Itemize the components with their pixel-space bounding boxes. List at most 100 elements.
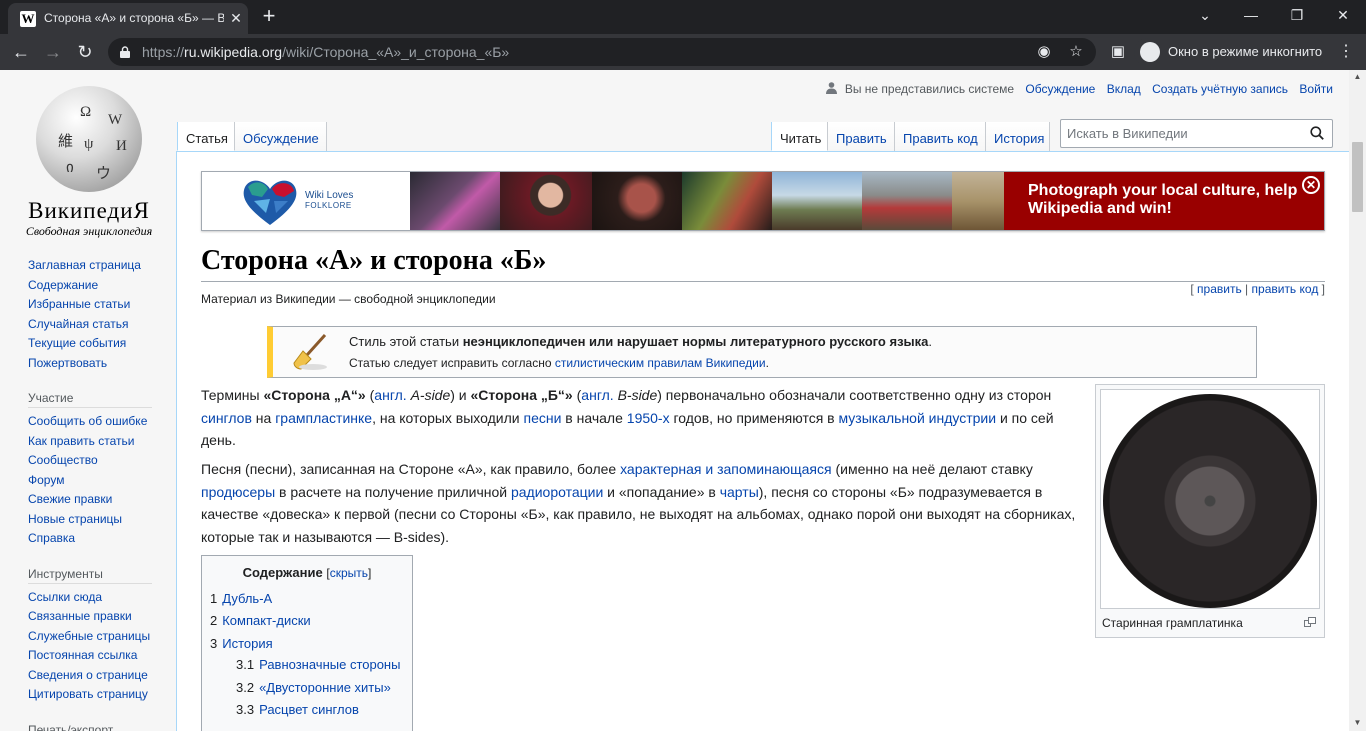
create-account-link[interactable]: Создать учётную запись — [1152, 82, 1288, 96]
sidebar-item-community[interactable]: Сообщество — [28, 451, 168, 471]
browser-tabbar: W Сторона «А» и сторона «Б» — В ✕ + ⌄ — … — [0, 0, 1366, 34]
address-bar[interactable]: https://ru.wikipedia.org/wiki/Сторона_«А… — [108, 38, 1096, 66]
central-notice-banner[interactable]: Wiki Loves FOLKLORE Photograph your local… — [201, 171, 1325, 231]
paragraph-1: Термины «Сторона „А“» (англ. A-side) и «… — [201, 387, 1054, 448]
bookmark-star-icon[interactable]: ☆ — [1066, 42, 1086, 62]
tab-edit[interactable]: Править — [828, 122, 895, 151]
close-window-button[interactable]: ✕ — [1328, 4, 1358, 26]
toc-title: Содержание [скрыть] — [242, 565, 372, 580]
sidebar-heading-print: Печать/экспорт — [28, 720, 152, 731]
sidebar-heading-tools: Инструменты — [28, 564, 152, 584]
tagline: Свободная энциклопедия — [25, 224, 153, 238]
tab-search-chevron-icon[interactable]: ⌄ — [1190, 4, 1220, 26]
banner-cta[interactable]: Photograph your local culture, help Wiki… — [1004, 172, 1324, 230]
toc-item[interactable]: 3 История — [210, 636, 273, 651]
sidebar: Заглавная страница Содержание Избранные … — [28, 256, 168, 731]
incognito-indicator[interactable]: Окно в режиме инкогнито — [1134, 38, 1326, 66]
toc-item[interactable]: 1 Дубль-А — [210, 591, 272, 606]
table-of-contents: Содержание [скрыть] 1 Дубль-А 2 Компакт-ди… — [201, 555, 413, 731]
sidebar-item-forum[interactable]: Форум — [28, 471, 168, 491]
sidebar-item-donate[interactable]: Пожертвовать — [28, 354, 168, 374]
login-link[interactable]: Войти — [1299, 82, 1333, 96]
minimize-button[interactable]: — — [1236, 4, 1266, 26]
personal-tools: Вы не представились системе Обсуждение В… — [826, 82, 1333, 96]
puzzle-heart-icon — [243, 180, 297, 225]
browser-tab[interactable]: W Сторона «А» и сторона «Б» — В ✕ — [8, 3, 248, 34]
anon-notice: Вы не представились системе — [844, 82, 1015, 96]
forward-button[interactable]: → — [40, 39, 66, 65]
vinyl-record-icon — [1103, 394, 1317, 608]
toc-item[interactable]: 3.1 Равнозначные стороны — [236, 657, 400, 672]
web-page: Ω W 維 ψ И ი ウ ВикипедиЯ Свободная энцикл… — [0, 70, 1366, 731]
scroll-thumb[interactable] — [1352, 142, 1363, 212]
tab-read[interactable]: Читать — [771, 122, 828, 151]
toc-item[interactable]: 3.3 Расцвет синглов — [236, 702, 359, 717]
sidebar-item-new-pages[interactable]: Новые страницы — [28, 510, 168, 530]
sidebar-heading-participation: Участие — [28, 388, 152, 408]
toc-hide-link[interactable]: скрыть — [330, 566, 368, 580]
search-input[interactable] — [1061, 120, 1301, 147]
toc-item[interactable]: 2 Компакт-диски — [210, 613, 311, 628]
sidebar-item-special-pages[interactable]: Служебные страницы — [28, 627, 168, 647]
paragraph-2: Песня (песни), записанная на Стороне «А»… — [201, 461, 1076, 545]
campaign-logo: Wiki Loves FOLKLORE — [202, 172, 410, 230]
sidebar-item-cite-page[interactable]: Цитировать страницу — [28, 685, 168, 705]
page-title: Сторона «А» и сторона «Б» — [201, 244, 1325, 282]
user-icon — [826, 82, 838, 94]
sidebar-item-report-error[interactable]: Сообщить об ошибке — [28, 412, 168, 432]
banner-photo-costume — [682, 172, 772, 230]
new-tab-button[interactable]: + — [257, 5, 281, 29]
restore-button[interactable]: ❐ — [1282, 4, 1312, 26]
style-guide-link[interactable]: стилистическим правилам Википедии — [555, 356, 766, 370]
incognito-icon — [1140, 42, 1160, 62]
tracking-protection-icon[interactable]: ◉ — [1034, 42, 1054, 62]
tab-history[interactable]: История — [986, 122, 1050, 151]
sidebar-item-how-to-edit[interactable]: Как править статьи — [28, 432, 168, 452]
browser-menu-icon[interactable]: ⋮ — [1336, 42, 1356, 62]
banner-photo-mask — [592, 172, 682, 230]
sidebar-item-contents[interactable]: Содержание — [28, 276, 168, 296]
sidebar-item-related-changes[interactable]: Связанные правки — [28, 607, 168, 627]
enlarge-icon[interactable] — [1304, 617, 1316, 627]
incognito-label: Окно в режиме инкогнито — [1168, 44, 1323, 59]
tab-talk[interactable]: Обсуждение — [235, 122, 327, 151]
banner-cta-text: Photograph your local culture, help Wiki… — [1028, 182, 1298, 217]
reload-button[interactable]: ↻ — [72, 39, 98, 65]
edit-source-link[interactable]: править код — [1252, 282, 1319, 296]
sidebar-item-recent-changes[interactable]: Свежие правки — [28, 490, 168, 510]
edit-link[interactable]: править — [1197, 282, 1242, 296]
tab-edit-source[interactable]: Править код — [895, 122, 986, 151]
back-button[interactable]: ← — [8, 39, 34, 65]
gramophone-record-image[interactable] — [1100, 389, 1320, 609]
sidebar-item-featured[interactable]: Избранные статьи — [28, 295, 168, 315]
page-scrollbar[interactable]: ▲ ▼ — [1349, 70, 1366, 731]
close-banner-icon[interactable]: ✕ — [1302, 176, 1320, 194]
scroll-down-arrow-icon[interactable]: ▼ — [1352, 718, 1363, 728]
browser-toolbar: ← → ↻ https://ru.wikipedia.org/wiki/Стор… — [0, 34, 1366, 70]
sidebar-item-main-page[interactable]: Заглавная страница — [28, 256, 168, 276]
personal-contribs-link[interactable]: Вклад — [1107, 82, 1141, 96]
sidebar-item-current-events[interactable]: Текущие события — [28, 334, 168, 354]
notice-line-1: Стиль этой статьи неэнциклопедичен или н… — [349, 334, 932, 349]
lock-icon — [120, 46, 130, 58]
puzzle-globe-icon: Ω W 維 ψ И ი ウ — [36, 86, 142, 192]
toc-item[interactable]: 3.2 «Двусторонние хиты» — [236, 680, 391, 695]
wordmark: ВикипедиЯ — [28, 198, 150, 223]
sidebar-item-random[interactable]: Случайная статья — [28, 315, 168, 335]
broom-icon — [293, 333, 327, 370]
sidebar-item-page-info[interactable]: Сведения о странице — [28, 666, 168, 686]
banner-photo-dancers — [410, 172, 500, 230]
side-panel-icon[interactable]: ▣ — [1108, 42, 1128, 62]
scroll-up-arrow-icon[interactable]: ▲ — [1352, 72, 1363, 82]
sidebar-item-what-links-here[interactable]: Ссылки сюда — [28, 588, 168, 608]
sidebar-item-help[interactable]: Справка — [28, 529, 168, 549]
thumbnail-figure: Старинная грамплатинка — [1095, 384, 1325, 638]
thumbnail-caption: Старинная грамплатинка — [1102, 616, 1243, 630]
personal-talk-link[interactable]: Обсуждение — [1025, 82, 1095, 96]
wikipedia-favicon-icon: W — [20, 11, 36, 27]
search-icon[interactable] — [1310, 126, 1324, 140]
close-tab-icon[interactable]: ✕ — [227, 9, 245, 27]
tab-article[interactable]: Статья — [177, 122, 235, 151]
sidebar-item-permanent-link[interactable]: Постоянная ссылка — [28, 646, 168, 666]
wikipedia-logo[interactable]: Ω W 維 ψ И ი ウ ВикипедиЯ Свободная энцикл… — [18, 84, 160, 238]
